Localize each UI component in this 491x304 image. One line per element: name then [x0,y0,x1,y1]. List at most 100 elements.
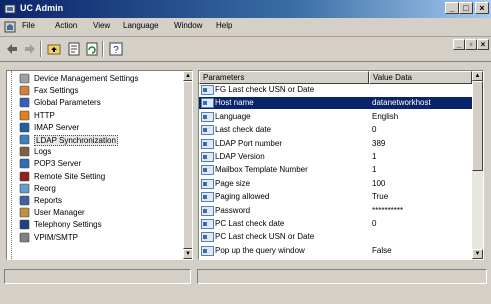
scroll-down-button[interactable]: ▼ [472,249,483,259]
menu-file[interactable]: File [22,21,35,30]
registry-value-icon [201,152,214,162]
table-row[interactable]: Host name datanetworkhost [199,97,472,110]
column-header-value-data[interactable]: Value Data [369,71,472,84]
scroll-thumb[interactable] [183,81,192,249]
status-cell-left [4,269,191,284]
registry-value-icon [201,111,214,122]
close-button[interactable]: × [475,2,489,14]
remote-site-icon [19,171,30,181]
tree-item[interactable]: Logs [7,146,182,158]
tree-item[interactable]: POP3 Server [7,158,182,170]
table-row[interactable]: Pop up the query window False [199,245,472,257]
tree-scrollbar[interactable]: ▲ ▼ [183,71,192,259]
registry-value-icon [201,245,214,256]
menu-window[interactable]: Window [174,21,202,30]
table-row[interactable]: Mailbox Template Number 1 [199,164,472,176]
logs-icon [19,146,30,157]
toolbar-separator [102,41,104,57]
help-icon[interactable]: ? [108,41,124,57]
table-row[interactable]: LDAP Version 1 [199,151,472,163]
tree-item-label: POP3 Server [34,159,82,169]
reorg-icon [19,183,30,194]
tree-item-label: Reports [34,196,63,205]
globe-icon [19,98,30,108]
parameter-name: LDAP Port number [215,138,282,148]
menu-language[interactable]: Language [123,21,159,30]
table-row[interactable]: Language English [199,111,472,123]
table-row[interactable]: Paging allowed True [199,191,472,203]
tree-item-label: User Manager [34,208,85,218]
parameter-name: Paging allowed [215,192,270,202]
registry-value-icon [201,98,214,109]
tree-item[interactable]: Reorg [7,183,182,195]
tree-item-label: VPIM/SMTP [34,232,79,242]
tree-item-label: Fax Settings [34,86,79,96]
tree-item[interactable]: Reports [7,195,182,207]
tree-pane[interactable]: Device Management Settings Fax Settings Gl… [6,70,193,260]
table-row[interactable]: PC Last check USN or Date [199,231,472,243]
menu-view[interactable]: View [93,21,110,30]
table-row[interactable]: PC Last check date 0 [199,218,472,230]
document-menu-icon[interactable] [4,21,16,33]
device-management-icon [19,73,30,84]
tree-item[interactable]: Remote Site Setting [7,171,182,183]
tree-item[interactable]: LDAP Synchronization [7,134,182,146]
parameter-value: ********** [372,205,404,215]
params-scrollbar[interactable]: ▲ ▼ [472,71,483,259]
up-folder-icon[interactable] [46,41,62,57]
parameter-value: English [372,111,399,121]
svg-text:?: ? [113,45,119,56]
scroll-thumb[interactable] [472,81,483,171]
telephony-icon [19,220,30,230]
table-row[interactable]: Password ********** [199,205,472,217]
tree-item-label: Reorg [34,183,56,193]
properties-icon[interactable] [66,41,82,57]
toolbar: ? [0,37,491,62]
tree-item[interactable]: Telephony Settings [7,219,182,231]
status-bar [0,266,491,304]
window-title: UC Admin [20,3,64,13]
registry-value-icon [201,85,214,95]
refresh-icon[interactable] [84,41,100,57]
registry-value-icon [201,125,214,136]
toolbar-separator [40,41,42,57]
tree-item[interactable]: HTTP [7,110,182,122]
menu-bar: File Action View Language Window Help _ … [0,18,491,50]
parameters-pane[interactable]: Parameters Value Data FG Last check USN … [198,70,484,260]
parameter-name: Mailbox Template Number [215,165,308,175]
scroll-up-button[interactable]: ▲ [183,71,192,81]
tree-item[interactable]: Global Parameters [7,97,182,109]
parameter-name: PC Last check date [215,219,285,228]
tree-item[interactable]: Fax Settings [7,85,182,97]
parameter-name: Pop up the query window [215,245,305,255]
table-row[interactable]: Last check date 0 [199,124,472,136]
tree-item[interactable]: VPIM/SMTP [7,232,182,244]
table-row[interactable]: Page size 100 [199,178,472,190]
app-icon [4,4,16,14]
tree-item-label: LDAP Synchronization [34,135,118,146]
menu-action[interactable]: Action [55,21,77,30]
parameter-name: FG Last check USN or Date [215,85,315,94]
forward-arrow-icon[interactable] [22,41,38,57]
parameter-name: Language [215,111,251,121]
minimize-button[interactable]: _ [445,2,459,14]
scroll-down-button[interactable]: ▼ [183,249,192,259]
tree-item[interactable]: User Manager [7,207,182,219]
table-row[interactable]: LDAP Port number 389 [199,138,472,150]
table-row[interactable]: FG Last check USN or Date [199,84,472,96]
tree-item[interactable]: Device Management Settings [7,73,182,85]
parameter-value: datanetworkhost [372,98,431,108]
parameter-value: 0 [372,125,377,135]
registry-value-icon [201,165,214,176]
status-cell-right [197,269,487,284]
back-arrow-icon[interactable] [4,41,20,57]
registry-value-icon [201,205,214,216]
tree-item[interactable]: IMAP Server [7,122,182,134]
menu-help[interactable]: Help [216,21,232,30]
tree-item-label: Logs [34,147,52,157]
column-header-parameters[interactable]: Parameters [199,71,369,84]
maximize-button[interactable]: □ [459,2,473,14]
scroll-up-button[interactable]: ▲ [472,71,483,81]
vpim-smtp-icon [19,232,30,242]
tree-item-label: Remote Site Setting [34,171,106,181]
